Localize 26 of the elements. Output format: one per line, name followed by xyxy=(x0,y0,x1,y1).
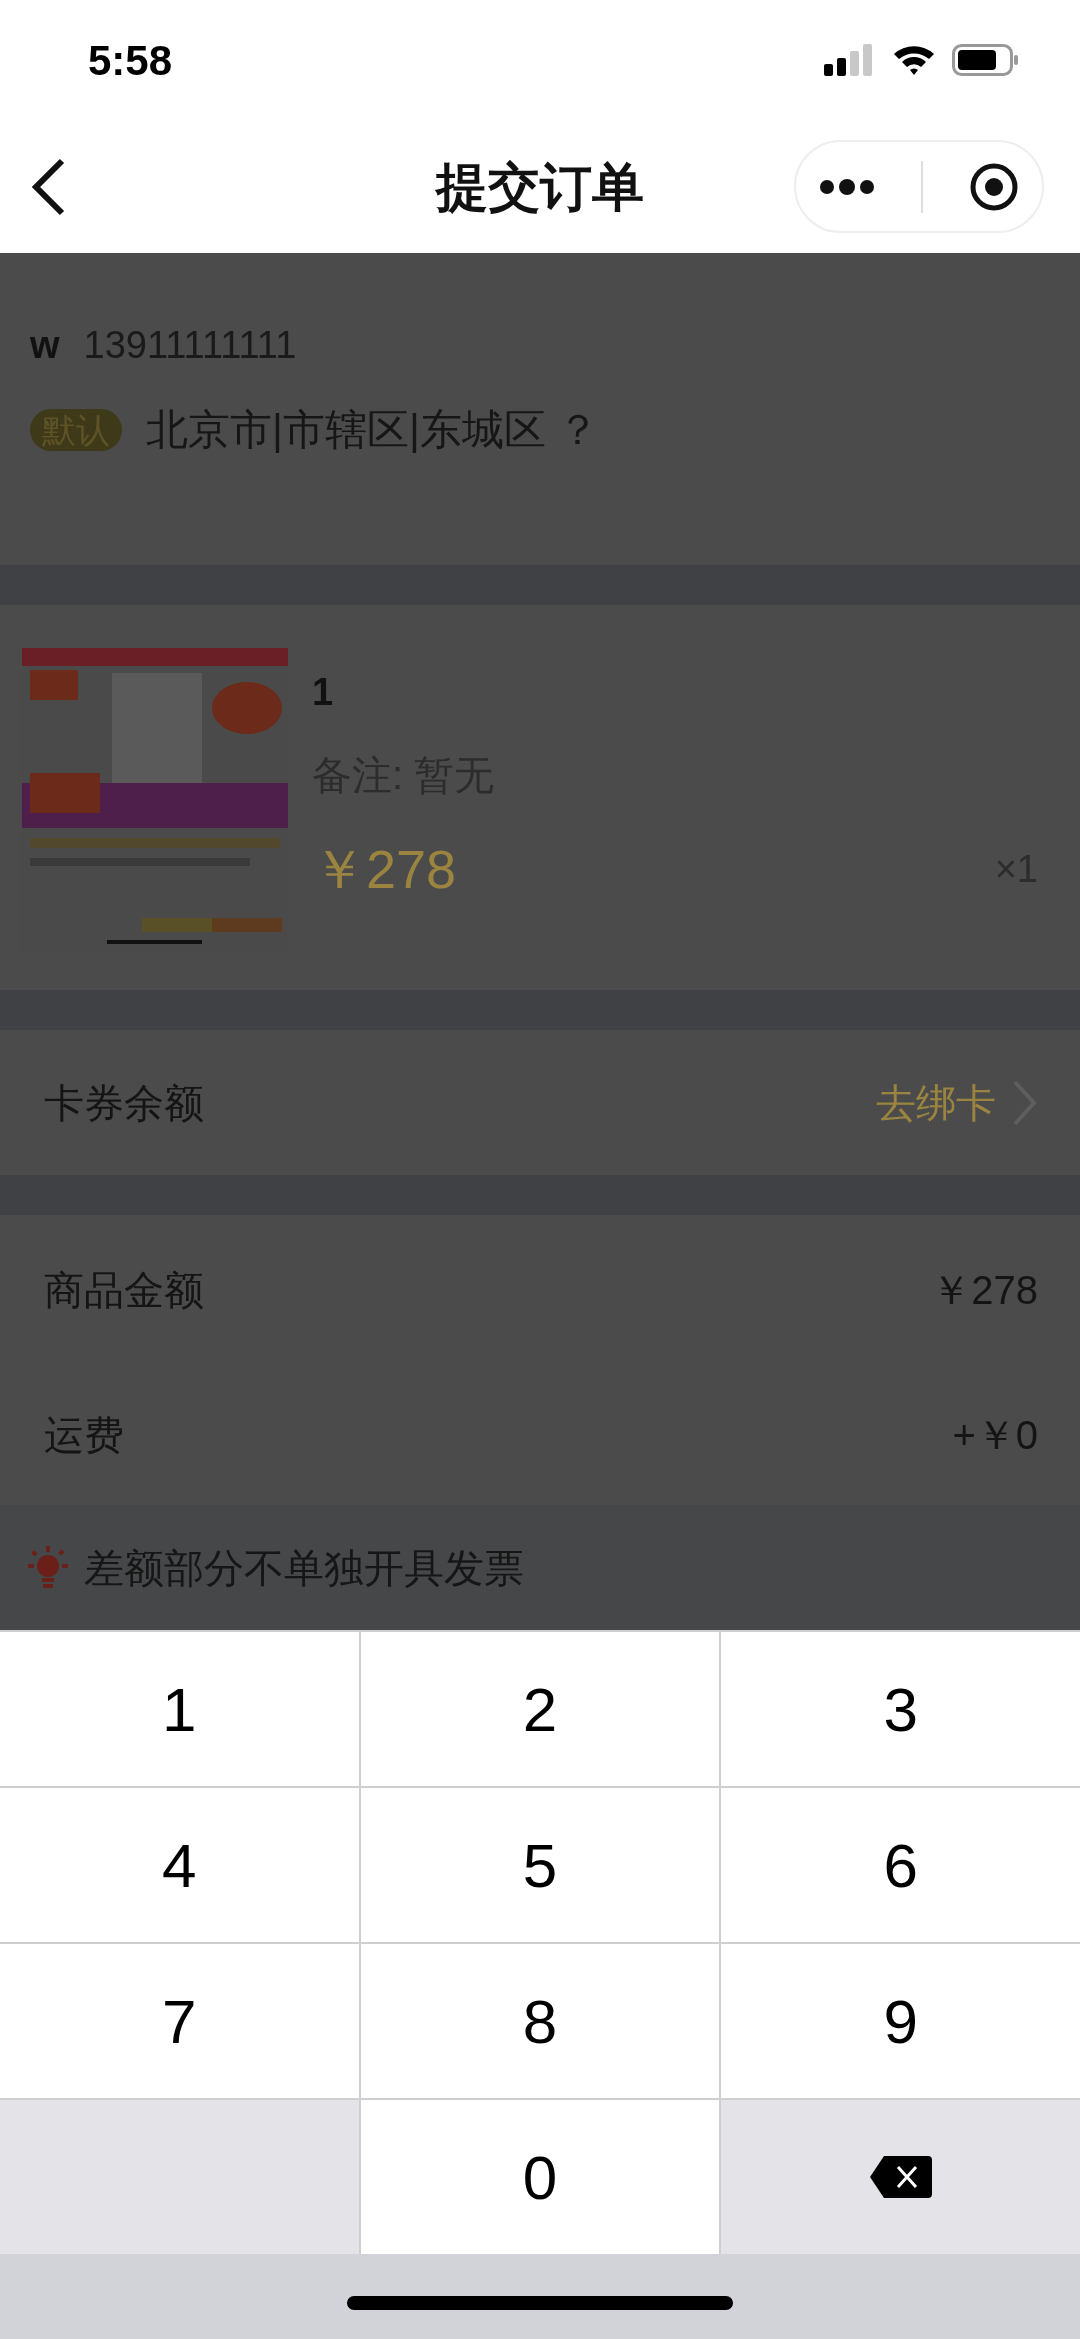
recipient-name: w xyxy=(30,323,60,368)
more-icon[interactable] xyxy=(819,178,875,195)
product-title: 1 xyxy=(312,670,335,715)
keypad-key[interactable]: 0 xyxy=(360,2100,720,2254)
row-value: +￥0 xyxy=(952,1412,1038,1459)
keypad-key[interactable]: 3 xyxy=(721,1632,1080,1786)
battery-icon xyxy=(952,44,1020,76)
keypad-key[interactable]: 4 xyxy=(0,1788,359,1942)
keypad-key[interactable]: 6 xyxy=(721,1788,1080,1942)
wifi-icon xyxy=(892,43,936,77)
keypad-key[interactable]: 9 xyxy=(721,1944,1080,2098)
backspace-icon xyxy=(867,2154,934,2200)
product-price: ￥278 xyxy=(312,838,457,901)
home-indicator[interactable] xyxy=(347,2295,733,2310)
keypad-key[interactable]: 7 xyxy=(0,1944,359,2098)
page-title: 提交订单 xyxy=(436,156,644,218)
keypad-key[interactable]: 5 xyxy=(360,1788,720,1942)
row-value: ￥278 xyxy=(931,1267,1038,1314)
keypad-key[interactable]: 1 xyxy=(0,1632,359,1786)
lightbulb-icon xyxy=(28,1545,68,1590)
backspace-key[interactable] xyxy=(721,2100,1080,2254)
status-time: 5:58 xyxy=(88,35,173,86)
target-icon[interactable] xyxy=(969,161,1019,212)
keypad-key[interactable]: 8 xyxy=(360,1944,720,2098)
keypad-key[interactable]: 2 xyxy=(360,1632,720,1786)
back-icon[interactable] xyxy=(30,157,66,217)
